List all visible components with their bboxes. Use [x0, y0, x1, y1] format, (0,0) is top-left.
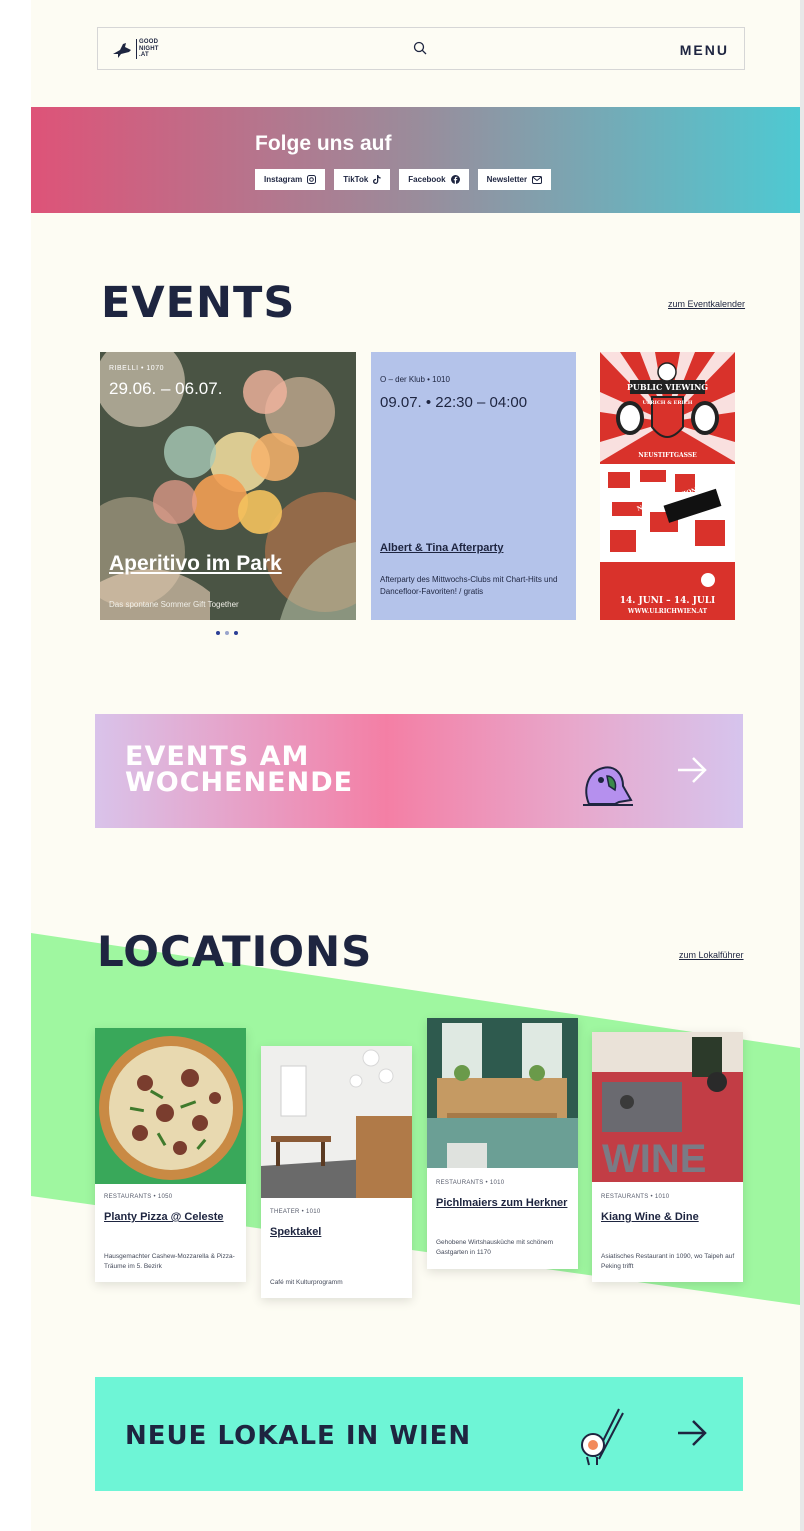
new-places-title: NEUE LOKALE IN WIEN — [125, 1421, 472, 1451]
location-photo-cafe — [261, 1046, 412, 1198]
carousel-dot-2[interactable] — [225, 631, 229, 635]
location-description: Café mit Kulturprogramm — [270, 1279, 343, 1286]
newsletter-label: Newsletter — [486, 175, 528, 184]
social-title: Folge uns auf — [255, 132, 392, 155]
parrot-icon — [583, 766, 633, 806]
locations-heading: LOCATIONS — [97, 927, 373, 976]
weekend-line-2: WOCHENENDE — [125, 767, 354, 798]
event-date: 29.06. – 06.07. — [109, 379, 223, 398]
location-title[interactable]: Kiang Wine & Dine — [601, 1210, 736, 1224]
search-button[interactable] — [413, 41, 429, 57]
carousel-dot-3[interactable] — [234, 631, 238, 635]
location-meta: RESTAURANTS • 1010 — [601, 1194, 670, 1200]
carousel-pagination — [216, 631, 238, 635]
event-meta: RIBELLI • 1070 — [109, 365, 164, 372]
event-meta: O – der Klub • 1010 — [380, 375, 450, 384]
scrollbar-track[interactable] — [800, 0, 804, 1531]
weekend-events-banner[interactable]: EVENTS AM WOCHENENDE — [95, 714, 743, 828]
event-description: Das spontane Sommer Gift Together — [109, 600, 239, 609]
poster-dates: 14. JUNI – 14. JULI — [619, 596, 716, 606]
poster-street: NEUSTIFTGASSE — [638, 452, 697, 459]
arrow-right-icon — [678, 1420, 707, 1446]
pigeon-logo-icon — [113, 43, 131, 58]
event-card-afterparty[interactable]: O – der Klub • 1010 09.07. • 22:30 – 04:… — [371, 352, 576, 620]
location-meta: RESTAURANTS • 1050 — [104, 1194, 173, 1200]
location-title[interactable]: Planty Pizza @ Celeste — [104, 1210, 239, 1224]
location-photo-wine-bar: WINE — [592, 1032, 743, 1182]
poster-url: WWW.ULRICHWIEN.AT — [627, 608, 708, 615]
event-card-aperitivo[interactable]: RIBELLI • 1070 29.06. – 06.07. Aperitivo… — [100, 352, 356, 620]
location-title[interactable]: Pichlmaiers zum Herkner — [436, 1196, 571, 1210]
logo-line-3: .AT — [139, 52, 149, 58]
location-guide-link[interactable]: zum Lokalführer — [679, 950, 744, 960]
weekend-banner-title: EVENTS AM WOCHENENDE — [125, 743, 354, 798]
location-description: Gehobene Wirtshausküche mit schönem Gast… — [436, 1239, 554, 1256]
location-card-spektakel[interactable]: THEATER • 1010 Spektakel Café mit Kultur… — [261, 1046, 412, 1298]
logo[interactable]: GOOD NIGHT .AT — [112, 38, 172, 60]
event-title[interactable]: Albert & Tina Afterparty — [380, 542, 503, 554]
event-date: 09.07. • 22:30 – 04:00 — [380, 394, 528, 411]
facebook-label: Facebook — [408, 175, 446, 184]
site-header: GOOD NIGHT .AT MENU — [97, 27, 745, 70]
facebook-link[interactable]: Facebook — [399, 169, 469, 190]
carousel-dot-1[interactable] — [216, 631, 220, 635]
location-meta: RESTAURANTS • 1010 — [436, 1180, 505, 1186]
svg-text:WINE: WINE — [602, 1137, 706, 1181]
tiktok-label: TikTok — [343, 175, 369, 184]
instagram-link[interactable]: Instagram — [255, 169, 326, 190]
event-title[interactable]: Aperitivo im Park — [109, 552, 282, 576]
page: GOOD NIGHT .AT MENU Folge uns auf Instag… — [31, 0, 800, 1531]
location-card-planty-pizza[interactable]: RESTAURANTS • 1050 Planty Pizza @ Celest… — [95, 1028, 246, 1282]
location-description: Hausgemachter Cashew-Mozzarella & Pizza-… — [104, 1253, 235, 1270]
location-card-kiang[interactable]: WINE RESTAURANTS • 1010 Kiang Wine & Din… — [592, 1032, 743, 1282]
location-description: Asiatisches Restaurant in 1090, wo Taipe… — [601, 1253, 735, 1270]
event-description: Afterparty des Mittwochs-Clubs mit Chart… — [380, 575, 558, 596]
instagram-icon — [307, 175, 317, 184]
event-calendar-link[interactable]: zum Eventkalender — [668, 299, 745, 309]
mail-icon — [532, 175, 543, 184]
social-banner: Folge uns auf Instagram TikTok Facebook … — [31, 107, 800, 213]
sushi-chopsticks-icon — [581, 1408, 624, 1466]
location-meta: THEATER • 1010 — [270, 1209, 321, 1215]
search-icon — [413, 41, 427, 55]
facebook-icon — [450, 175, 460, 184]
location-card-pichlmaiers[interactable]: RESTAURANTS • 1010 Pichlmaiers zum Herkn… — [427, 1018, 578, 1269]
location-photo-restaurant — [427, 1018, 578, 1168]
logo-text: GOOD NIGHT .AT — [136, 39, 159, 59]
newsletter-link[interactable]: Newsletter — [477, 169, 552, 190]
tiktok-link[interactable]: TikTok — [334, 169, 391, 190]
location-title[interactable]: Spektakel — [270, 1225, 405, 1239]
location-photo-pizza — [95, 1028, 246, 1184]
event-card-public-viewing[interactable]: PUBLIC VIEWING ULRICH & ERICH NEUSTIFTGA… — [600, 352, 735, 620]
poster-headline: PUBLIC VIEWING — [626, 382, 709, 392]
new-places-banner[interactable]: NEUE LOKALE IN WIEN — [95, 1377, 743, 1491]
instagram-label: Instagram — [264, 175, 303, 184]
menu-button[interactable]: MENU — [680, 42, 729, 58]
arrow-right-icon — [678, 757, 707, 783]
logo-line-1: GOOD — [139, 39, 159, 45]
social-links: Instagram TikTok Facebook Newsletter — [255, 169, 552, 190]
events-heading: EVENTS — [101, 278, 296, 328]
tiktok-icon — [373, 175, 381, 184]
poster-subline: ULRICH & ERICH — [642, 400, 693, 406]
